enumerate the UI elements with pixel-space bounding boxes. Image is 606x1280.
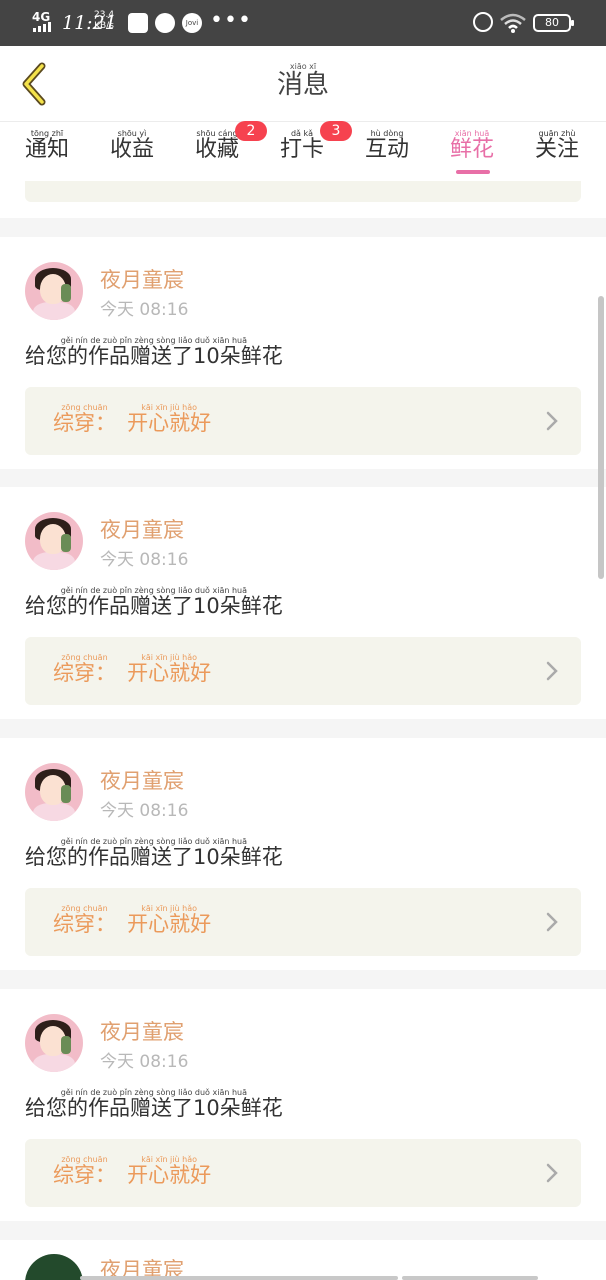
message-hz: 给您的作品赠送了10朵鲜花	[25, 594, 283, 618]
message-text: gěi nín de zuò pǐn zèng sòng liǎo duǒ xi…	[25, 336, 283, 368]
work-label: 综穿：	[53, 661, 116, 685]
tab-bar: tōng zhī 通知 shōu yì 收益 shōu cáng 收藏 2 dǎ kǎ…	[0, 121, 606, 181]
tab-badge: 3	[320, 121, 352, 141]
work-link[interactable]: zōng chuān 综穿： kāi xīn jiù hǎo 开心就好	[25, 637, 581, 705]
page-title-text: 消息	[276, 70, 329, 100]
list-item-partial	[0, 181, 606, 218]
sender-name-text: 夜月童宸	[100, 1020, 184, 1044]
tab-label: 鲜花	[450, 137, 495, 162]
avatar[interactable]	[25, 763, 83, 821]
work-title: zōng chuān 综穿： kāi xīn jiù hǎo 开心就好	[53, 904, 211, 936]
work-label: 综穿：	[53, 411, 116, 435]
scrollbar[interactable]	[598, 296, 604, 579]
timestamp: 今天 08:16	[100, 550, 189, 570]
notification-app-icon	[128, 13, 148, 33]
work-title-text: 开心就好	[127, 411, 212, 435]
tab-label: 通知	[25, 137, 70, 162]
tab-earnings[interactable]: shōu yì 收益	[110, 129, 154, 179]
list-item: 夜月童宸 今天 08:16 gěi nín de zuò pǐn zèng sò…	[0, 487, 606, 719]
status-bar: 4G 11:21 23.4 KB/s Jovi ••• 80	[0, 0, 606, 46]
tab-label: 收藏	[195, 137, 240, 162]
timestamp: 今天 08:16	[100, 801, 189, 821]
tab-badge: 2	[235, 121, 267, 141]
network-speed-unit: KB/s	[94, 21, 114, 31]
page-title: xiāo xī 消息	[0, 62, 606, 100]
work-label: 综穿：	[53, 912, 116, 936]
work-link-partial[interactable]	[25, 181, 581, 202]
avatar[interactable]	[25, 512, 83, 570]
message-text: gěi nín de zuò pǐn zèng sòng liǎo duǒ xi…	[25, 837, 283, 869]
sender-name-text: 夜月童宸	[100, 518, 184, 542]
work-link[interactable]: zōng chuān 综穿： kāi xīn jiù hǎo 开心就好	[25, 888, 581, 956]
timestamp: 今天 08:16	[100, 300, 189, 320]
message-list[interactable]: 夜月童宸 今天 08:16 gěi nín de zuò pǐn zèng sò…	[0, 181, 606, 1280]
work-title: zōng chuān 综穿： kāi xīn jiù hǎo 开心就好	[53, 653, 211, 685]
work-title-text: 开心就好	[127, 912, 212, 936]
tab-label: 互动	[365, 137, 410, 162]
tab-interactions[interactable]: hù dòng 互动	[365, 129, 409, 179]
list-item: 夜月童宸 今天 08:16 gěi nín de zuò pǐn zèng sò…	[0, 989, 606, 1221]
tab-label: 关注	[535, 137, 580, 162]
message-hz: 给您的作品赠送了10朵鲜花	[25, 1096, 283, 1120]
message-hz: 给您的作品赠送了10朵鲜花	[25, 845, 283, 869]
work-title: zōng chuān 综穿： kāi xīn jiù hǎo 开心就好	[53, 1155, 211, 1187]
network-speed: 23.4 KB/s	[94, 10, 114, 32]
avatar[interactable]	[25, 1014, 83, 1072]
message-text: gěi nín de zuò pǐn zèng sòng liǎo duǒ xi…	[25, 1088, 283, 1120]
message-hz: 给您的作品赠送了10朵鲜花	[25, 344, 283, 368]
timestamp: 今天 08:16	[100, 1052, 189, 1072]
list-item: 夜月童宸 今天 08:16 gěi nín de zuò pǐn zèng sò…	[0, 237, 606, 469]
alarm-icon	[473, 12, 493, 32]
sender-name[interactable]: 夜月童宸	[100, 1012, 184, 1044]
sender-name-text: 夜月童宸	[100, 268, 184, 292]
sender-name[interactable]: 夜月童宸	[100, 510, 184, 542]
list-item-partial: 夜月童宸	[0, 1240, 606, 1280]
network-speed-value: 23.4	[94, 10, 115, 20]
sender-name[interactable]: 夜月童宸	[100, 260, 184, 292]
tab-label: 打卡	[280, 137, 325, 162]
chevron-right-icon	[546, 1163, 558, 1183]
signal-icon	[33, 22, 51, 32]
more-notifications-icon: •••	[210, 8, 252, 33]
jovi-icon: Jovi	[182, 13, 202, 33]
avatar[interactable]	[25, 1254, 83, 1280]
avatar[interactable]	[25, 262, 83, 320]
active-tab-indicator	[456, 170, 490, 174]
list-item: 夜月童宸 今天 08:16 gěi nín de zuò pǐn zèng sò…	[0, 738, 606, 970]
chevron-right-icon	[546, 411, 558, 431]
tab-checkin[interactable]: dǎ kǎ 打卡 3	[280, 121, 352, 179]
battery-icon: 80	[533, 14, 574, 32]
gesture-bar[interactable]	[402, 1276, 538, 1280]
chevron-right-icon	[546, 912, 558, 932]
work-title: zōng chuān 综穿： kāi xīn jiù hǎo 开心就好	[53, 403, 211, 435]
tab-label: 收益	[110, 137, 155, 162]
work-title-text: 开心就好	[127, 1163, 212, 1187]
sender-name[interactable]: 夜月童宸	[100, 761, 184, 793]
chevron-right-icon	[546, 661, 558, 681]
wifi-icon	[500, 13, 526, 33]
tab-favorites[interactable]: shōu cáng 收藏 2	[195, 121, 267, 179]
gesture-bar[interactable]	[80, 1276, 398, 1280]
tab-notifications[interactable]: tōng zhī 通知	[25, 129, 69, 179]
work-link[interactable]: zōng chuān 综穿： kāi xīn jiù hǎo 开心就好	[25, 1139, 581, 1207]
tab-following[interactable]: guān zhù 关注	[535, 129, 579, 179]
work-label: 综穿：	[53, 1163, 116, 1187]
sender-name-text: 夜月童宸	[100, 769, 184, 793]
notification-app-icon	[155, 13, 175, 33]
work-link[interactable]: zōng chuān 综穿： kāi xīn jiù hǎo 开心就好	[25, 387, 581, 455]
app-header: xiāo xī 消息	[0, 46, 606, 122]
message-text: gěi nín de zuò pǐn zèng sòng liǎo duǒ xi…	[25, 586, 283, 618]
work-title-text: 开心就好	[127, 661, 212, 685]
